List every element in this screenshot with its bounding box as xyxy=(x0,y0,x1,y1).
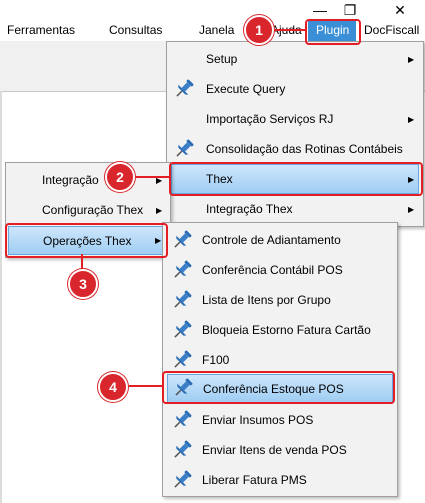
minimize-button[interactable]: — xyxy=(305,0,335,20)
close-icon: ✕ xyxy=(394,1,406,18)
ops-item-bloqueia-estorno[interactable]: Bloqueia Estorno Fatura Cartão xyxy=(163,315,397,345)
ops-item-enviar-itens-venda[interactable]: Enviar Itens de venda POS xyxy=(163,435,397,465)
restore-icon: ❐ xyxy=(343,1,357,18)
annotation-box-plugin xyxy=(305,19,361,45)
pin-icon xyxy=(174,230,192,248)
operacoes-submenu: Controle de Adiantamento Conferência Con… xyxy=(162,222,398,497)
ops-item-label: Enviar Insumos POS xyxy=(202,413,314,427)
ops-item-lista-itens-grupo[interactable]: Lista de Itens por Grupo xyxy=(163,285,397,315)
plugin-menu: Setup ▶ Execute Query Importação Serviço… xyxy=(166,41,424,227)
thex-item-label: Integração xyxy=(42,173,99,187)
submenu-arrow-icon: ▶ xyxy=(408,204,415,214)
submenu-arrow-icon: ▶ xyxy=(408,114,415,124)
thex-item-integracao[interactable]: Integração ▶ xyxy=(6,165,170,195)
minimize-icon: — xyxy=(313,2,327,18)
plugin-item-setup[interactable]: Setup ▶ xyxy=(167,44,423,74)
pin-icon xyxy=(174,350,192,368)
pin-icon xyxy=(174,410,192,428)
annotation-badge-4: 4 xyxy=(98,372,128,402)
thex-item-configuracao[interactable]: Configuração Thex ▶ xyxy=(6,195,170,225)
plugin-item-label: Execute Query xyxy=(206,82,286,96)
ops-item-label: Bloqueia Estorno Fatura Cartão xyxy=(202,323,371,337)
plugin-item-label: Importação Serviços RJ xyxy=(206,112,334,126)
annotation-badge-2: 2 xyxy=(105,162,135,192)
plugin-item-consolidacao[interactable]: Consolidação das Rotinas Contábeis xyxy=(167,134,423,164)
pin-icon xyxy=(174,290,192,308)
ops-item-liberar-fatura[interactable]: Liberar Fatura PMS xyxy=(163,465,397,495)
annotation-box-thex xyxy=(169,162,423,196)
plugin-item-integracao-thex[interactable]: Integração Thex ▶ xyxy=(167,194,423,224)
annotation-connector-2 xyxy=(136,176,169,178)
ops-item-label: Controle de Adiantamento xyxy=(202,233,341,247)
menu-bar: Ferramentas Consultas Janela Ajuda DocFi… xyxy=(0,20,425,42)
ops-item-label: Conferência Contábil POS xyxy=(202,263,343,277)
pin-icon xyxy=(174,470,192,488)
ops-item-conferencia-contabil[interactable]: Conferência Contábil POS xyxy=(163,255,397,285)
ops-item-label: Enviar Itens de venda POS xyxy=(202,443,347,457)
annotation-connector-4 xyxy=(129,385,162,387)
plugin-item-label: Integração Thex xyxy=(206,202,293,216)
menu-janela[interactable]: Janela xyxy=(199,23,234,37)
annotation-box-conferencia xyxy=(162,371,395,404)
submenu-arrow-icon: ▶ xyxy=(156,205,163,215)
pin-icon xyxy=(174,440,192,458)
close-button[interactable]: ✕ xyxy=(385,0,415,20)
restore-button[interactable]: ❐ xyxy=(335,0,365,20)
pin-icon xyxy=(176,79,194,97)
menu-ferramentas[interactable]: Ferramentas xyxy=(7,23,75,37)
plugin-item-importacao[interactable]: Importação Serviços RJ ▶ xyxy=(167,104,423,134)
annotation-badge-1: 1 xyxy=(244,15,274,45)
ops-item-label: F100 xyxy=(202,353,230,367)
title-bar: — ❐ ✕ xyxy=(0,0,425,20)
thex-item-label: Configuração Thex xyxy=(42,203,144,217)
ops-item-label: Liberar Fatura PMS xyxy=(202,473,307,487)
pin-icon xyxy=(174,320,192,338)
ops-item-controle-adiantamento[interactable]: Controle de Adiantamento xyxy=(163,225,397,255)
annotation-connector-3 xyxy=(81,254,83,269)
ops-item-enviar-insumos[interactable]: Enviar Insumos POS xyxy=(163,405,397,435)
plugin-item-execute-query[interactable]: Execute Query xyxy=(167,74,423,104)
plugin-item-label: Consolidação das Rotinas Contábeis xyxy=(206,142,403,156)
left-edge xyxy=(0,91,2,503)
plugin-item-label: Setup xyxy=(206,52,238,66)
pin-icon xyxy=(174,260,192,278)
pin-icon xyxy=(176,139,194,157)
annotation-badge-3: 3 xyxy=(68,269,98,299)
annotation-connector-1 xyxy=(272,29,306,31)
menu-docfiscall[interactable]: DocFiscall xyxy=(364,23,419,37)
submenu-arrow-icon: ▶ xyxy=(408,54,415,64)
ops-item-label: Lista de Itens por Grupo xyxy=(202,293,331,307)
annotation-box-operacoes xyxy=(5,223,168,258)
menu-consultas[interactable]: Consultas xyxy=(109,23,162,37)
